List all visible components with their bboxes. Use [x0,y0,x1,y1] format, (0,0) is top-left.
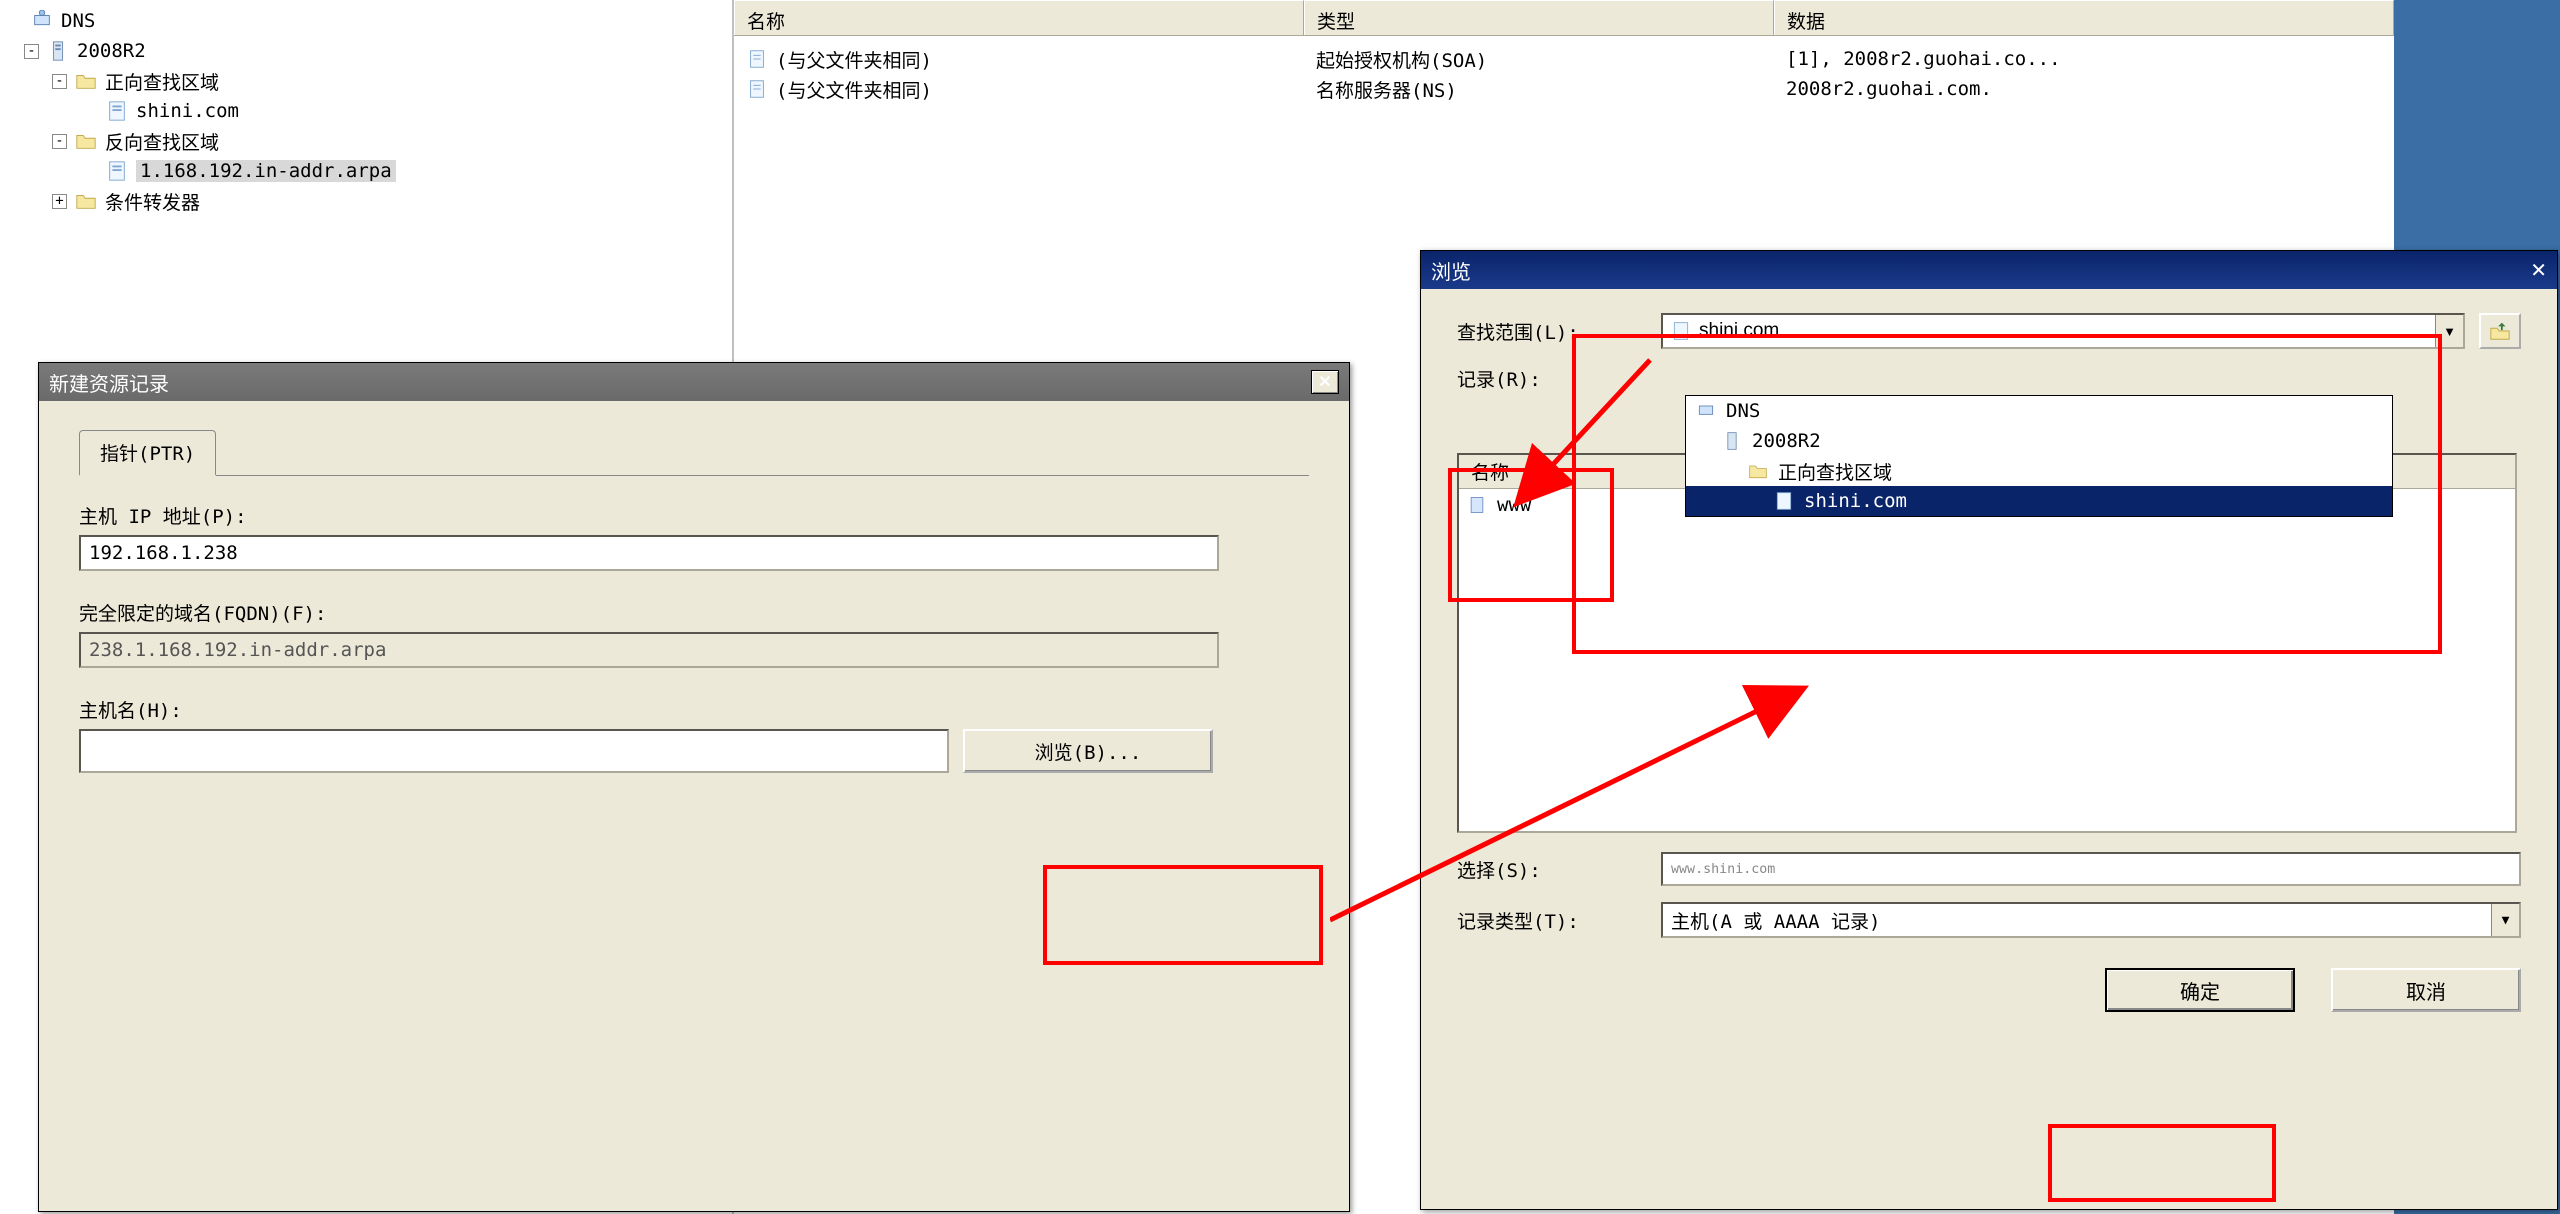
tab-ptr[interactable]: 指针(PTR) [79,430,216,476]
hostname-label: 主机名(H): [79,696,1309,723]
dns-root-icon [31,10,53,32]
cell-data: [1], 2008r2.guohai.co... [1774,48,2394,70]
folder-up-button[interactable] [2479,313,2521,349]
ip-input[interactable] [79,535,1219,571]
tree-fwd-label: 正向查找区域 [105,68,219,95]
server-icon [47,40,69,62]
record-type-label: 记录类型(T): [1457,907,1647,934]
fqdn-label: 完全限定的域名(FQDN)(F): [79,599,1309,626]
cell-name: (与父文件夹相同) [776,76,932,103]
table-row[interactable]: (与父文件夹相同) 名称服务器(NS) 2008r2.guohai.com. [734,74,2394,104]
col-type[interactable]: 类型 [1304,0,1774,35]
dropdown-item-label: DNS [1726,400,1760,422]
zone-file-icon [106,160,128,182]
col-name[interactable]: 名称 [734,0,1304,35]
close-button[interactable]: ✕ [2530,258,2547,283]
browse-dialog-titlebar[interactable]: 浏览 ✕ [1421,251,2557,289]
tree-fwd-item-label: shini.com [136,100,239,122]
fqdn-input [79,632,1219,668]
folder-icon [75,190,97,212]
dialog-titlebar[interactable]: 新建资源记录 ✕ [39,363,1349,401]
cell-name: (与父文件夹相同) [776,46,932,73]
record-item-label: www [1497,494,1531,516]
collapse-icon[interactable]: - [52,74,67,89]
close-button[interactable]: ✕ [1311,370,1339,394]
folder-icon [1748,461,1768,481]
dropdown-item-dns[interactable]: DNS [1686,396,2392,426]
dns-root-icon [1696,401,1716,421]
zone-file-icon [1774,491,1794,511]
ok-button[interactable]: 确定 [2105,968,2295,1012]
record-type-select[interactable]: 主机(A 或 AAAA 记录) ▼ [1661,902,2521,938]
col-data[interactable]: 数据 [1774,0,2394,35]
scope-label: 查找范围(L): [1457,318,1647,345]
scope-dropdown-list[interactable]: DNS 2008R2 正向查找区域 shini.com [1685,395,2393,517]
ip-label: 主机 IP 地址(P): [79,502,1309,529]
zone-file-icon [1671,321,1691,341]
browse-button[interactable]: 浏览(B)... [963,729,1213,773]
collapse-icon[interactable]: - [24,44,39,59]
folder-icon [75,130,97,152]
tree-rev-label: 反向查找区域 [105,128,219,155]
tree-root-dns[interactable]: DNS [0,6,732,36]
tree-root-label: DNS [61,10,95,32]
record-type-value: 主机(A 或 AAAA 记录) [1671,907,1880,934]
expand-icon[interactable]: + [52,194,67,209]
record-icon [746,48,768,70]
dropdown-item-server[interactable]: 2008R2 [1686,426,2392,456]
tree-cond-fwd-label: 条件转发器 [105,188,200,215]
server-icon [1722,431,1742,451]
table-row[interactable]: (与父文件夹相同) 起始授权机构(SOA) [1], 2008r2.guohai… [734,44,2394,74]
folder-icon [75,70,97,92]
dialog-title: 新建资源记录 [49,368,169,397]
collapse-icon[interactable]: - [52,134,67,149]
browse-dialog: 浏览 ✕ 查找范围(L): shini.com ▼ 记录(R): [1420,250,2558,1210]
dropdown-item-label: shini.com [1804,490,1907,512]
hostname-input[interactable] [79,729,949,773]
dropdown-item-label: 2008R2 [1752,430,1821,452]
select-input[interactable] [1661,852,2521,886]
tree-rev-zone[interactable]: - 反向查找区域 [0,126,732,156]
scope-value: shini.com [1699,320,1779,342]
tree-fwd-zone[interactable]: - 正向查找区域 [0,66,732,96]
cell-type: 起始授权机构(SOA) [1304,46,1774,73]
browse-dialog-title: 浏览 [1431,256,1471,285]
list-header: 名称 类型 数据 [734,0,2394,36]
tree-rev-zone-item[interactable]: 1.168.192.in-addr.arpa [0,156,732,186]
record-icon [1467,495,1487,515]
cell-type: 名称服务器(NS) [1304,76,1774,103]
tree-rev-item-label: 1.168.192.in-addr.arpa [136,160,396,182]
tree-server-label: 2008R2 [77,40,146,62]
dropdown-item-fwd-zone[interactable]: 正向查找区域 [1686,456,2392,486]
record-icon [746,78,768,100]
cancel-button[interactable]: 取消 [2331,968,2521,1012]
zone-file-icon [106,100,128,122]
records-col-name[interactable]: 名称 [1471,458,1509,485]
dropdown-item-selected[interactable]: shini.com [1686,486,2392,516]
records-label: 记录(R): [1457,365,1647,392]
select-label: 选择(S): [1457,856,1647,883]
tree-server[interactable]: - 2008R2 [0,36,732,66]
new-resource-record-dialog: 新建资源记录 ✕ 指针(PTR) 主机 IP 地址(P): 完全限定的域名(FQ… [38,362,1350,1212]
scope-combobox[interactable]: shini.com ▼ [1661,313,2465,349]
tab-strip: 指针(PTR) [79,429,1309,476]
dropdown-item-label: 正向查找区域 [1778,458,1892,485]
dropdown-arrow-icon[interactable]: ▼ [2491,904,2519,936]
tree-fwd-zone-item[interactable]: shini.com [0,96,732,126]
cell-data: 2008r2.guohai.com. [1774,78,2394,100]
tree-cond-fwd[interactable]: + 条件转发器 [0,186,732,216]
dropdown-arrow-icon[interactable]: ▼ [2435,315,2463,347]
